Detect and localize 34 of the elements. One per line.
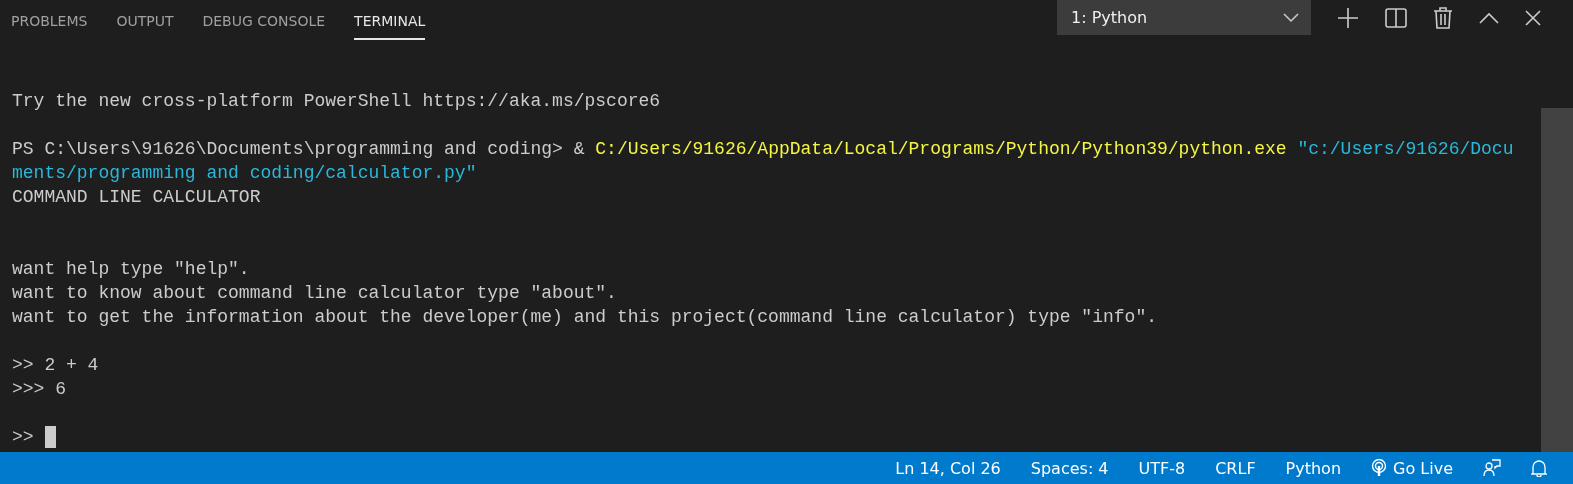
terminal-text: want to get the information about the developer(me) and this project(command line calculator) type "info". [12, 306, 1157, 329]
broadcast-icon [1371, 459, 1388, 477]
panel-tab[interactable]: OUTPUT [116, 0, 174, 40]
terminal-text: >> [12, 426, 34, 449]
panel-tab[interactable]: DEBUG CONSOLE [202, 0, 326, 40]
terminal-text: COMMAND LINE CALCULATOR [12, 186, 261, 209]
status-item[interactable]: Spaces: 4 [1030, 458, 1109, 478]
trash-icon[interactable] [1433, 6, 1453, 29]
status-item[interactable]: CRLF [1215, 458, 1256, 478]
terminal-text: want to know about command line calculator type "about". [12, 282, 617, 305]
panel-tab[interactable]: TERMINAL [354, 0, 426, 40]
bell-icon[interactable] [1531, 459, 1547, 477]
scrollbar-thumb[interactable] [1541, 108, 1573, 452]
go-live-button[interactable]: Go Live [1371, 458, 1453, 478]
terminal-text: want help type "help". [12, 258, 250, 281]
status-item[interactable]: UTF-8 [1138, 458, 1186, 478]
plus-icon[interactable] [1337, 6, 1359, 29]
terminal-text: >> 2 + 4 [12, 354, 99, 377]
close-icon[interactable] [1525, 9, 1541, 26]
terminal-text: Try the new cross-platform PowerShell https://aka.ms/pscore6 [12, 90, 661, 113]
terminal-text: PS C:\Users\91626\Documents\programming and coding> & [12, 138, 586, 161]
argument-string: ments/programming and coding/calculator.py" [12, 162, 477, 185]
text-cursor [44, 426, 56, 448]
split-icon[interactable] [1385, 6, 1407, 29]
command-path: C:/Users/91626/AppData/Local/Programs/Python/Python39/python.exe [595, 138, 1287, 161]
panel-tab[interactable]: PROBLEMS [11, 0, 88, 40]
chevron-up-icon[interactable] [1479, 11, 1499, 24]
chevron-down-icon [1283, 12, 1299, 23]
argument-string: "c:/Users/91626/Docu [1296, 138, 1514, 161]
status-item[interactable]: Ln 14, Col 26 [895, 458, 1001, 478]
terminal-dropdown[interactable]: 1: Python [1057, 0, 1311, 35]
terminal-text: >>> 6 [12, 378, 66, 401]
status-item[interactable]: Python [1285, 458, 1342, 478]
feedback-icon[interactable] [1483, 459, 1501, 477]
